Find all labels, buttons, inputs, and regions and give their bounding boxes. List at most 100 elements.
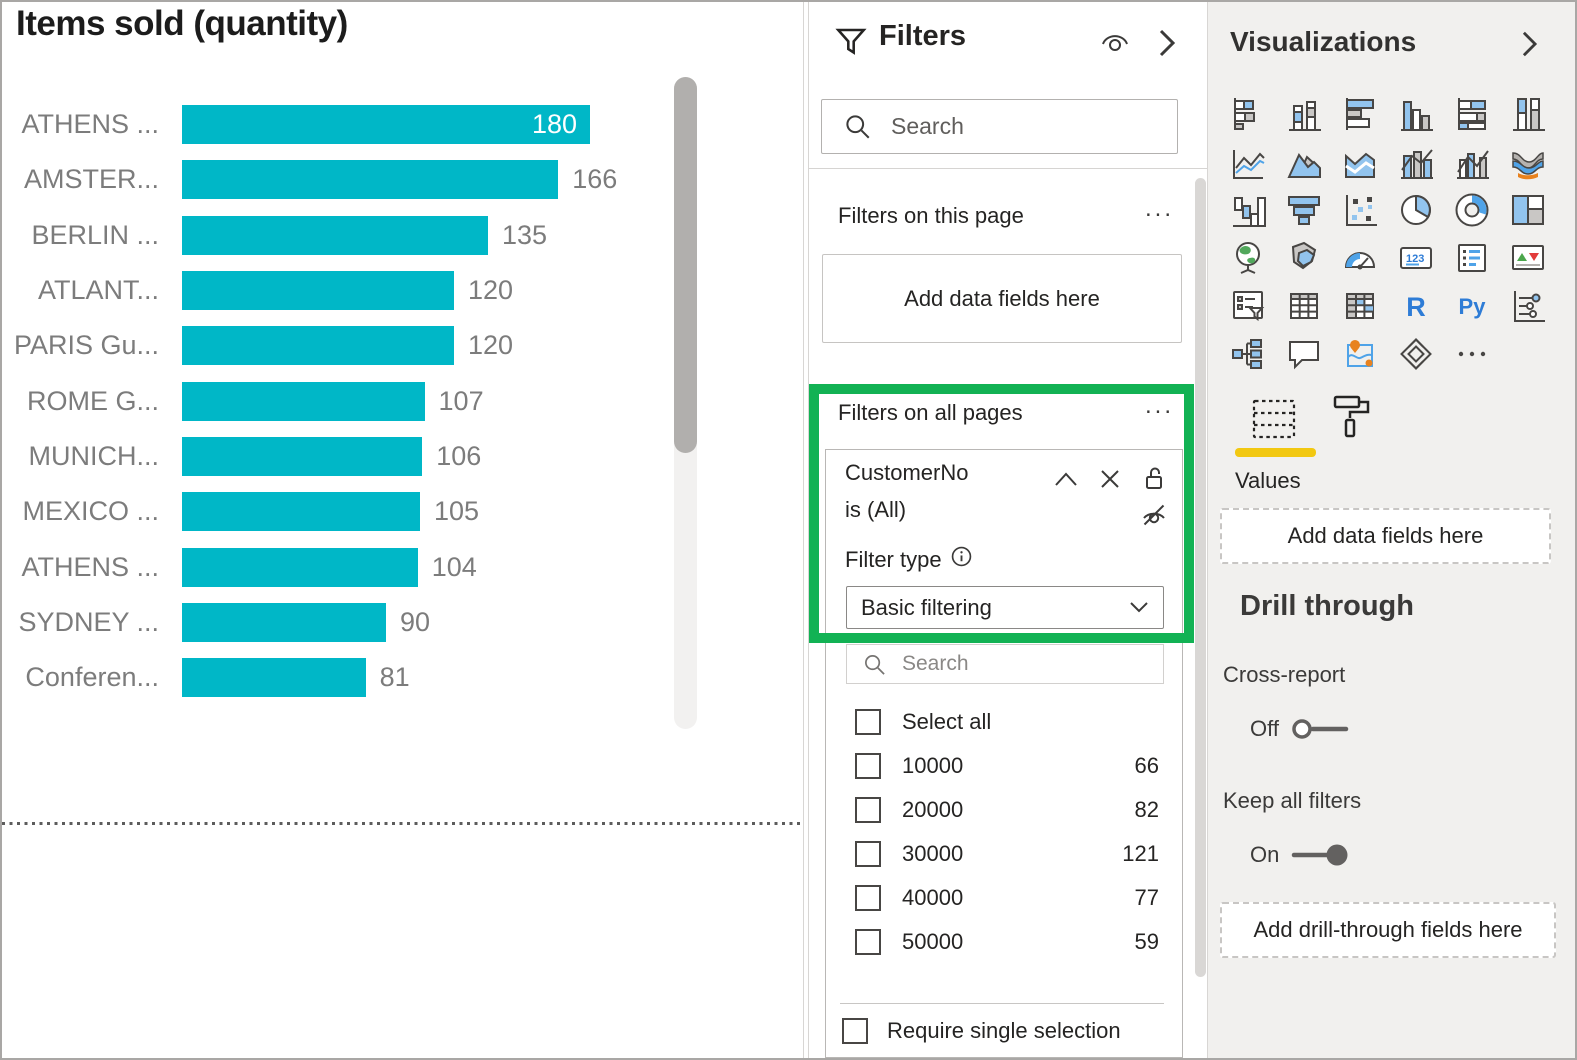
value-checkbox[interactable] xyxy=(855,929,881,955)
drill-through-add-fields-dropzone[interactable]: Add drill-through fields here xyxy=(1220,902,1556,958)
key-influencers-icon[interactable] xyxy=(1510,288,1546,324)
value-checkbox[interactable] xyxy=(855,753,881,779)
all-pages-more-options-icon[interactable]: ... xyxy=(1145,392,1174,420)
keep-all-filters-label: Keep all filters xyxy=(1223,788,1361,814)
chart-bar-row: Conferen...81 xyxy=(2,650,662,705)
pane-divider xyxy=(809,168,1207,169)
chart-category-label: ROME G... xyxy=(2,386,182,417)
stacked-bar-100-chart-icon[interactable] xyxy=(1454,96,1490,132)
arcgis-map-icon[interactable] xyxy=(1342,336,1378,372)
value-checkbox[interactable] xyxy=(855,885,881,911)
chart-bar[interactable] xyxy=(182,548,418,587)
gauge-icon[interactable] xyxy=(1342,240,1378,276)
search-icon xyxy=(844,113,871,140)
donut-chart-icon[interactable] xyxy=(1454,192,1490,228)
more-options-icon[interactable] xyxy=(1454,336,1490,372)
stacked-area-chart-icon[interactable] xyxy=(1342,144,1378,180)
filter-value-row[interactable]: 2000082 xyxy=(826,788,1182,832)
require-single-selection-row[interactable]: Require single selection xyxy=(842,1018,1121,1044)
multi-row-card-icon[interactable] xyxy=(1454,240,1490,276)
slicer-icon[interactable] xyxy=(1230,288,1266,324)
funnel-chart-icon[interactable] xyxy=(1286,192,1322,228)
chart-bar[interactable] xyxy=(182,216,488,255)
remove-filter-close-icon[interactable] xyxy=(1100,469,1120,494)
stacked-column-chart-icon[interactable] xyxy=(1286,96,1322,132)
filter-value-row[interactable]: 30000121 xyxy=(826,832,1182,876)
filled-map-icon[interactable] xyxy=(1286,240,1322,276)
clustered-column-chart-icon[interactable] xyxy=(1398,96,1434,132)
q-and-a-icon[interactable] xyxy=(1286,336,1322,372)
stacked-column-100-chart-icon[interactable] xyxy=(1510,96,1546,132)
cross-report-toggle[interactable]: Off xyxy=(1250,716,1349,742)
values-add-fields-dropzone[interactable]: Add data fields here xyxy=(1220,508,1551,564)
filter-value-row[interactable]: 1000066 xyxy=(826,744,1182,788)
collapse-viz-pane-chevron-right-icon[interactable] xyxy=(1521,30,1538,63)
select-all-checkbox[interactable] xyxy=(855,709,881,735)
format-tab[interactable] xyxy=(1332,394,1372,445)
table-icon[interactable] xyxy=(1286,288,1322,324)
values-section-label: Values xyxy=(1235,468,1301,494)
line-and-clustered-column-chart-icon[interactable] xyxy=(1454,144,1490,180)
value-checkbox[interactable] xyxy=(855,841,881,867)
this-page-add-fields-dropzone[interactable]: Add data fields here xyxy=(822,254,1182,343)
card-icon[interactable]: 123 xyxy=(1398,240,1434,276)
collapse-filter-chevron-up-icon[interactable] xyxy=(1054,471,1078,492)
clustered-bar-chart-icon[interactable] xyxy=(1342,96,1378,132)
ribbon-chart-icon[interactable] xyxy=(1510,144,1546,180)
chart-bar[interactable] xyxy=(182,326,454,365)
chart-bar[interactable] xyxy=(182,603,386,642)
collapse-pane-chevron-right-icon[interactable] xyxy=(1158,28,1176,63)
line-chart-icon[interactable] xyxy=(1230,144,1266,180)
hide-filter-eye-slash-icon[interactable] xyxy=(1141,502,1167,533)
keep-all-filters-toggle[interactable]: On xyxy=(1250,842,1349,868)
chart-scrollbar-thumb[interactable] xyxy=(674,77,697,453)
filter-state: is (All) xyxy=(845,497,906,523)
chart-bar-row: MUNICH...106 xyxy=(2,429,662,484)
filter-type-dropdown[interactable]: Basic filtering xyxy=(846,586,1164,629)
chart-bar[interactable] xyxy=(182,492,420,531)
filter-value-row[interactable]: 5000059 xyxy=(826,920,1182,964)
chart-bar-row: MEXICO ...105 xyxy=(2,484,662,539)
value-label: 40000 xyxy=(902,885,963,911)
eye-icon[interactable] xyxy=(1098,29,1132,60)
chart-category-label: PARIS Gu... xyxy=(2,330,182,361)
require-single-selection-checkbox[interactable] xyxy=(842,1018,868,1044)
filter-value-row[interactable]: 4000077 xyxy=(826,876,1182,920)
area-chart-icon[interactable] xyxy=(1286,144,1322,180)
waterfall-chart-icon[interactable] xyxy=(1230,192,1266,228)
pie-chart-icon[interactable] xyxy=(1398,192,1434,228)
chart-bar[interactable] xyxy=(182,271,454,310)
chart-category-label: BERLIN ... xyxy=(2,220,182,251)
filters-search-input[interactable] xyxy=(889,112,1133,141)
scatter-chart-icon[interactable] xyxy=(1342,192,1378,228)
r-script-icon[interactable]: R xyxy=(1398,288,1434,324)
chart-bar[interactable]: 180 xyxy=(182,105,590,144)
line-and-stacked-column-chart-icon[interactable] xyxy=(1398,144,1434,180)
chart-category-label: Conferen... xyxy=(2,662,182,693)
treemap-icon[interactable] xyxy=(1510,192,1546,228)
this-page-more-options-icon[interactable]: ... xyxy=(1145,195,1174,223)
filter-values-search-input[interactable] xyxy=(900,651,1124,677)
chart-bar[interactable] xyxy=(182,160,558,199)
filters-pane-scrollbar[interactable] xyxy=(1195,178,1206,977)
chart-scrollbar-track[interactable] xyxy=(674,77,697,729)
kpi-icon[interactable] xyxy=(1510,240,1546,276)
lock-filter-icon[interactable] xyxy=(1142,466,1166,497)
python-script-icon[interactable]: Py xyxy=(1454,288,1490,324)
chart-category-label: MUNICH... xyxy=(2,441,182,472)
matrix-icon[interactable] xyxy=(1342,288,1378,324)
value-label: 10000 xyxy=(902,753,963,779)
filter-values-search-box[interactable] xyxy=(846,644,1164,684)
power-apps-icon[interactable] xyxy=(1398,336,1434,372)
fields-tab[interactable] xyxy=(1252,398,1296,445)
stacked-bar-chart-icon[interactable] xyxy=(1230,96,1266,132)
select-all-row[interactable]: Select all xyxy=(826,700,1182,744)
chart-bar[interactable] xyxy=(182,382,425,421)
value-checkbox[interactable] xyxy=(855,797,881,823)
info-icon[interactable] xyxy=(951,546,972,573)
decomposition-tree-icon[interactable] xyxy=(1230,336,1266,372)
filters-search-box[interactable] xyxy=(821,99,1178,154)
chart-bar[interactable] xyxy=(182,437,422,476)
chart-bar[interactable] xyxy=(182,658,366,697)
map-icon[interactable] xyxy=(1230,240,1266,276)
